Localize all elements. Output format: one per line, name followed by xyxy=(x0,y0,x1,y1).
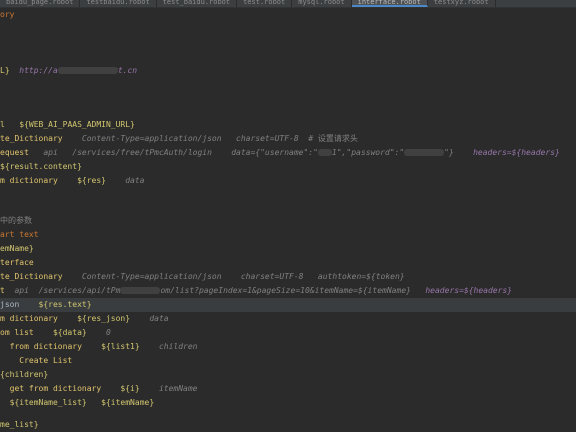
code-line: from dictionary ${list1} children xyxy=(0,340,198,354)
editor-tab-bar: baidu_page.robot testbaidu.robot test_baid… xyxy=(0,0,576,8)
code-token: l xyxy=(0,120,5,129)
code-line: equest api /services/free/tPmcAuth/login… xyxy=(0,146,560,160)
code-token: api xyxy=(14,286,29,295)
code-line: L} http://a t.cn xyxy=(0,64,137,78)
code-token: charset=UTF-8 xyxy=(236,134,299,143)
code-line: ${itemName_list} ${itemName} xyxy=(0,396,155,410)
code-token: /services/api/tPm xyxy=(38,286,121,295)
code-line: te_Dictionary Content-Type=application/j… xyxy=(0,132,358,146)
code-token: ${data} xyxy=(52,328,87,337)
redacted-blur xyxy=(120,287,161,294)
code-line: te_Dictionary Content-Type=application/j… xyxy=(0,270,405,284)
tab-testbaidu[interactable]: testbaidu.robot xyxy=(80,0,157,7)
code-token: headers=${headers} xyxy=(425,286,513,295)
code-token: ${i} xyxy=(120,384,140,393)
code-line: terface xyxy=(0,256,34,270)
code-token: data xyxy=(149,314,169,323)
code-token: me_list} xyxy=(0,420,39,429)
code-token: ${res_json} xyxy=(77,314,131,323)
code-token: t.cn xyxy=(117,66,138,75)
code-token: ${result.content} xyxy=(0,162,82,171)
code-line: ory xyxy=(0,8,14,22)
tab-interface[interactable]: interface.robot xyxy=(351,0,428,7)
tab-testxyz[interactable]: testxyz.robot xyxy=(428,0,496,7)
redacted-blur xyxy=(317,149,332,156)
code-token: 0 xyxy=(105,328,111,337)
code-line-current: json ${res.text} xyxy=(0,298,576,312)
code-token: om/list?pageIndex=1&pageSize=10&itemName… xyxy=(160,286,411,295)
code-token: json xyxy=(0,300,20,309)
code-token: Content-Type=application/json xyxy=(81,134,222,143)
code-line: om list ${data} 0 xyxy=(0,326,111,340)
code-line: {children} xyxy=(0,368,48,382)
code-token: children xyxy=(158,342,198,351)
code-token: charset=UTF-8 xyxy=(240,272,304,281)
code-token: ${list1} xyxy=(101,342,140,351)
code-token: Create List xyxy=(19,356,73,365)
code-token: ${itemName} xyxy=(101,398,155,407)
code-token: 1","password":" xyxy=(331,148,405,157)
code-token: m dictionary xyxy=(0,176,58,185)
code-token: emName} xyxy=(0,244,34,253)
code-token: ${itemName_list} xyxy=(9,398,87,407)
code-token: te_Dictionary xyxy=(0,134,63,143)
code-line: ${result.content} xyxy=(0,160,82,174)
redacted-blur xyxy=(57,67,118,74)
tab-baidu-page[interactable]: baidu_page.robot xyxy=(0,0,81,7)
code-token: ${res} xyxy=(77,176,106,185)
code-token: ory xyxy=(0,10,15,19)
tab-mysql[interactable]: mysql.robot xyxy=(292,0,352,7)
code-comment: # 设置请求头 xyxy=(308,134,358,143)
redacted-blur xyxy=(404,149,445,156)
code-comment: 中的参数 xyxy=(0,216,32,225)
code-editor[interactable]: ory L} http://a t.cn l ${WEB_AI_PAAS_ADMI… xyxy=(0,8,576,432)
code-line: l ${WEB_AI_PAAS_ADMIN_URL} xyxy=(0,118,135,132)
code-token: data={"username":" xyxy=(231,148,318,157)
code-token: api xyxy=(43,148,58,157)
code-token: terface xyxy=(0,258,34,267)
code-token: m dictionary xyxy=(0,314,58,323)
code-token: te_Dictionary xyxy=(0,272,63,281)
tab-test-baidu[interactable]: test_baidu.robot xyxy=(157,0,238,7)
code-token: /services/free/tPmcAuth/login xyxy=(72,148,212,157)
code-token: L} xyxy=(0,66,10,75)
code-token: "} xyxy=(444,148,454,157)
code-token: ${WEB_AI_PAAS_ADMIN_URL} xyxy=(19,120,135,129)
code-token: Content-Type=application/json xyxy=(81,272,222,281)
code-line: get from dictionary ${i} itemName xyxy=(0,382,198,396)
code-token: http://a xyxy=(19,66,58,75)
code-line: t api /services/api/tPm om/list?pageIndex… xyxy=(0,284,512,298)
code-token: data xyxy=(125,176,145,185)
code-token: {children} xyxy=(0,370,49,379)
code-token: from dictionary xyxy=(9,342,82,351)
code-token: itemName xyxy=(158,384,198,393)
code-line: Create List xyxy=(0,354,72,368)
code-line: art text xyxy=(0,228,39,242)
tab-test[interactable]: test.robot xyxy=(237,0,293,7)
code-token: headers=${headers} xyxy=(473,148,560,157)
code-token: om list xyxy=(0,328,34,337)
code-token: get from dictionary xyxy=(9,384,102,393)
code-line: m dictionary ${res_json} data xyxy=(0,312,169,326)
code-token: art text xyxy=(0,230,39,239)
code-line: m dictionary ${res} data xyxy=(0,174,145,188)
code-line: me_list} xyxy=(0,418,39,432)
code-token: t xyxy=(0,286,5,295)
code-line: emName} xyxy=(0,242,34,256)
code-token: equest xyxy=(0,148,29,157)
code-token: authtoken=${token} xyxy=(317,272,405,281)
code-line: 中的参数 xyxy=(0,214,32,228)
code-token: ${res.text} xyxy=(38,300,92,309)
